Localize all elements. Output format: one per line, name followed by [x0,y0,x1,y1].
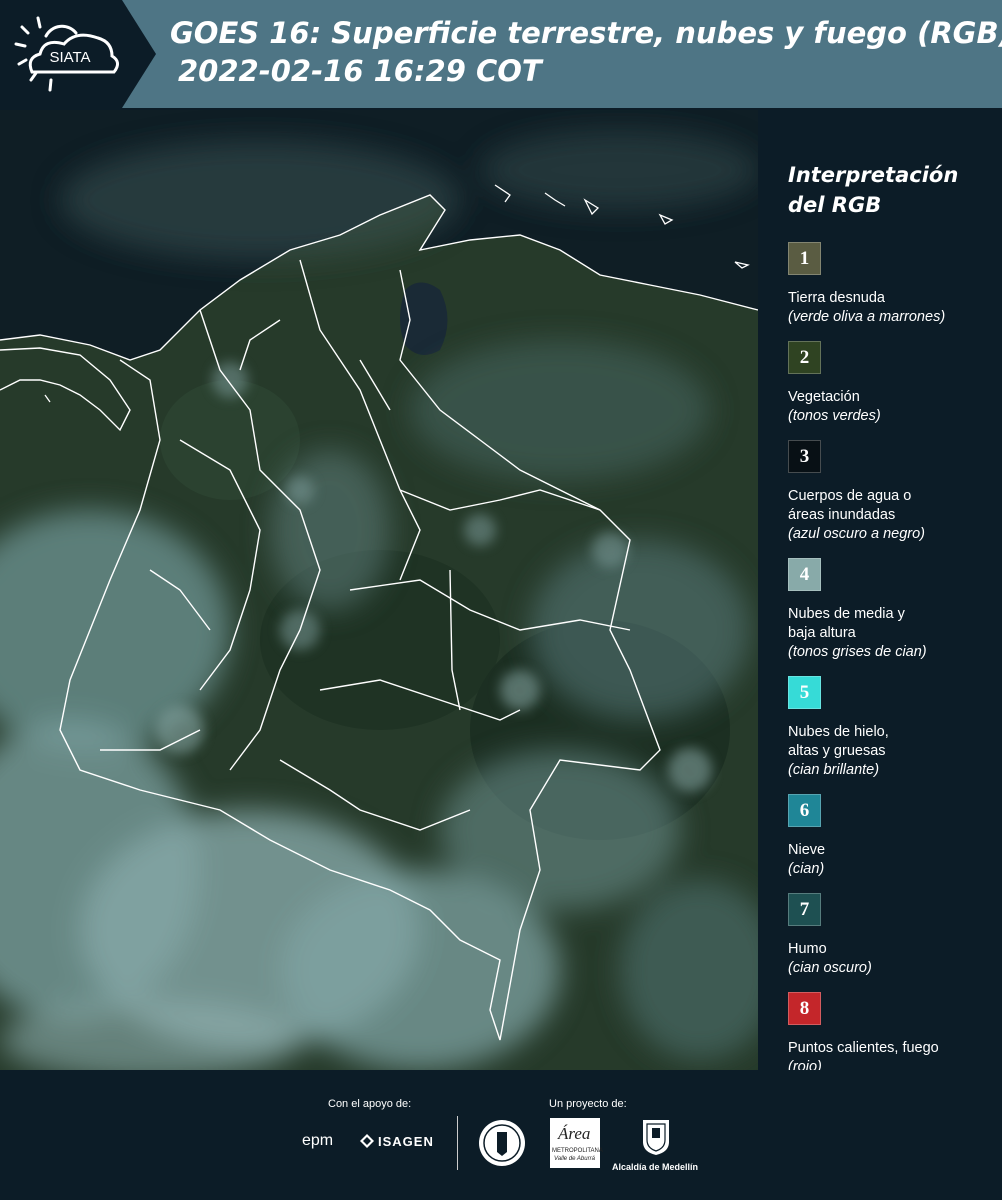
epm-logo: epm [302,1132,334,1149]
project-caption: Un proyecto de: [549,1098,627,1110]
footer-divider [457,1116,458,1170]
area-metropolitana-logo: Área METROPOLITANA Valle de Aburrá [550,1118,603,1168]
area-logo-subtitle: METROPOLITANA [552,1148,603,1154]
legend-label: áreas inundadas [788,507,896,523]
title-line-2-timestamp: 2022-02-16 16:29 COT [178,54,542,88]
legend-label: Vegetación [788,389,860,405]
legend-desc: (cian) [788,861,825,877]
legend-item-3: 3 Cuerpos de agua o áreas inundadas (azu… [788,440,998,544]
title-line-1: GOES 16: Superficie terrestre, nubes y f… [170,16,1002,50]
legend-swatch: 3 [788,440,821,473]
legend-desc: (tonos grises de cian) [788,644,927,660]
support-caption: Con el apoyo de: [328,1098,412,1110]
legend-swatch: 4 [788,558,821,591]
legend-item-4: 4 Nubes de media y baja altura (tonos gr… [788,558,998,662]
legend-desc: (azul oscuro a negro) [788,526,926,542]
legend-panel: Interpretación del RGB 1 Tierra desnuda … [788,160,998,1091]
svg-text:SIATA: SIATA [49,49,90,66]
area-logo-text: Área [558,1124,591,1143]
legend-title-line-2: del RGB [788,193,882,217]
legend-swatch: 2 [788,341,821,374]
legend-item-8: 8 Puntos calientes, fuego (rojo) [788,992,998,1077]
legend-item-7: 7 Humo (cian oscuro) [788,893,998,978]
legend-label: Tierra desnuda [788,290,885,306]
header-banner: SIATA GOES 16: Superficie terrestre, nub… [0,0,1002,108]
legend-swatch: 7 [788,893,821,926]
logo-panel: SIATA [0,0,156,108]
legend-label: Puntos calientes, fuego [788,1040,939,1056]
map-graphic [0,110,758,1070]
legend-item-5: 5 Nubes de hielo, altas y gruesas (cian … [788,676,998,780]
legend-desc: (tonos verdes) [788,408,881,424]
legend-item-1: 1 Tierra desnuda (verde oliva a marrones… [788,242,998,327]
medellin-shield-icon [641,1118,671,1156]
legend-label: altas y gruesas [788,743,886,759]
legend-label: Cuerpos de agua o [788,488,912,504]
legend-title-line-1: Interpretación [788,163,959,187]
university-seal-icon [477,1118,527,1168]
lake-maracaibo [400,282,448,355]
isagen-logo: ISAGEN [378,1134,434,1149]
legend-title: Interpretación del RGB [788,160,998,220]
legend-swatch: 1 [788,242,821,275]
siata-logo: SIATA [14,16,119,92]
legend-swatch: 8 [788,992,821,1025]
page-title: GOES 16: Superficie terrestre, nubes y f… [170,14,1002,90]
legend-desc: (cian oscuro) [788,960,872,976]
legend-item-2: 2 Vegetación (tonos verdes) [788,341,998,426]
legend-swatch: 5 [788,676,821,709]
alcaldia-logo-text: Alcaldía de Medellín [612,1162,699,1172]
legend-desc: (verde oliva a marrones) [788,309,946,325]
satellite-map [0,110,758,1070]
isagen-icon [360,1134,374,1148]
footer: Con el apoyo de: Un proyecto de: epm ISA… [0,1070,1002,1200]
legend-item-6: 6 Nieve (cian) [788,794,998,879]
legend-label: baja altura [788,625,856,641]
legend-label: Nieve [788,842,826,858]
legend-label: Nubes de hielo, [788,724,889,740]
legend-label: Humo [788,941,827,957]
legend-swatch: 6 [788,794,821,827]
area-logo-subtitle-2: Valle de Aburrá [554,1156,595,1162]
legend-label: Nubes de media y [788,606,905,622]
legend-desc: (cian brillante) [788,762,880,778]
